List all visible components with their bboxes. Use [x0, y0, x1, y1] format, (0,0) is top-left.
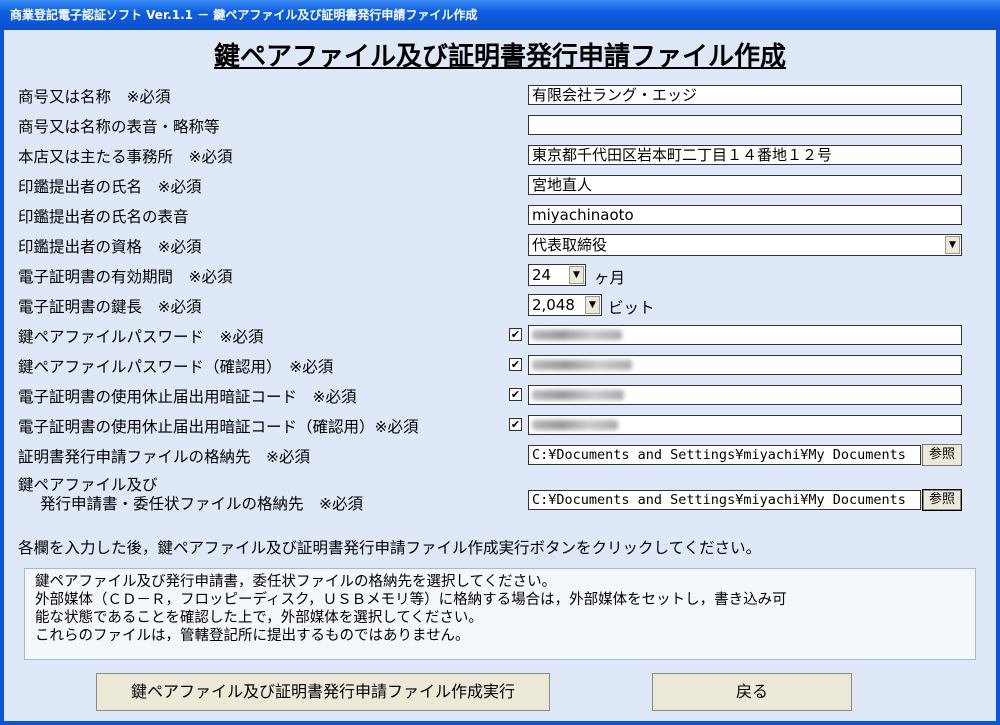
dialog-body: 鍵ペアファイル及び証明書発行申請ファイル作成 商号又は名称 ※必須 有限会社ラン… — [4, 30, 996, 721]
suspend-code-confirm-input[interactable] — [528, 415, 962, 435]
head-office-label: 本店又は主たる事務所 ※必須 — [18, 148, 233, 166]
cert-path-browse-button[interactable]: 参照 — [922, 444, 962, 466]
trade-name-reading-label: 商号又は名称の表音・略称等 — [18, 118, 220, 136]
info-line: これらのファイルは，管轄登記所に提出するものではありません。 — [35, 628, 470, 644]
info-line: 能な状態であることを確認した上で，外部媒体を選択してください。 — [35, 610, 483, 626]
validity-value: 24 — [532, 266, 552, 284]
execute-button[interactable]: 鍵ペアファイル及び証明書発行申請ファイル作成実行 — [96, 673, 550, 711]
key-length-label: 電子証明書の鍵長 ※必須 — [18, 298, 202, 316]
seal-name-input[interactable]: 宮地直人 — [528, 175, 962, 195]
show-code-confirm-checkbox[interactable]: ✔ — [509, 418, 522, 431]
qualification-value: 代表取締役 — [532, 236, 608, 254]
qualification-select[interactable]: 代表取締役 ▼ — [528, 234, 962, 256]
info-box: 鍵ペアファイル及び発行申請書，委任状ファイルの格納先を選択してください。 外部媒… — [24, 568, 976, 660]
show-password-confirm-checkbox[interactable]: ✔ — [509, 358, 522, 371]
masked-text — [532, 420, 618, 430]
head-office-input[interactable]: 東京都千代田区岩本町二丁目１４番地１２号 — [528, 145, 962, 165]
window-title: 商業登記電子認証ソフト Ver.1.1 － 鍵ペアファイル及び証明書発行申請ファ… — [10, 8, 478, 22]
suspend-code-input[interactable] — [528, 385, 962, 405]
title-bar: 商業登記電子認証ソフト Ver.1.1 － 鍵ペアファイル及び証明書発行申請ファ… — [0, 0, 1000, 30]
validity-select[interactable]: 24 ▼ — [528, 264, 586, 286]
keypair-path-input[interactable]: C:¥Documents and Settings¥miyachi¥My Doc… — [528, 490, 921, 510]
instruction-text: 各欄を入力した後，鍵ペアファイル及び証明書発行申請ファイル作成実行ボタンをクリッ… — [18, 539, 762, 557]
keypair-path-label-line2: 発行申請書・委任状ファイルの格納先 ※必須 — [40, 495, 363, 513]
trade-name-label: 商号又は名称 ※必須 — [18, 88, 171, 106]
cert-path-label: 証明書発行申請ファイルの格納先 ※必須 — [18, 448, 310, 466]
page-title: 鍵ペアファイル及び証明書発行申請ファイル作成 — [213, 42, 786, 72]
qualification-label: 印鑑提出者の資格 ※必須 — [18, 238, 202, 256]
chevron-down-icon[interactable]: ▼ — [569, 266, 584, 284]
masked-text — [532, 330, 622, 340]
info-line: 外部媒体（ＣＤ－Ｒ，フロッピーディスク，ＵＳＢメモリ等）に格納する場合は，外部媒… — [35, 592, 787, 608]
keypair-password-label: 鍵ペアファイルパスワード ※必須 — [18, 328, 264, 346]
keypair-path-browse-button[interactable]: 参照 — [922, 489, 962, 511]
keypair-password-confirm-label: 鍵ペアファイルパスワード（確認用） ※必須 — [18, 358, 334, 376]
app-window: 商業登記電子認証ソフト Ver.1.1 － 鍵ペアファイル及び証明書発行申請ファ… — [0, 0, 1000, 725]
seal-name-reading-label: 印鑑提出者の氏名の表音 — [18, 208, 189, 226]
key-length-value: 2,048 — [532, 296, 575, 314]
keypair-password-input[interactable] — [528, 325, 962, 345]
validity-label: 電子証明書の有効期間 ※必須 — [18, 268, 233, 286]
validity-unit: ヶ月 — [594, 269, 626, 287]
chevron-down-icon[interactable]: ▼ — [945, 236, 960, 254]
show-password-checkbox[interactable]: ✔ — [509, 328, 522, 341]
chevron-down-icon[interactable]: ▼ — [585, 296, 600, 314]
key-length-select[interactable]: 2,048 ▼ — [528, 294, 602, 316]
cert-path-input[interactable]: C:¥Documents and Settings¥miyachi¥My Doc… — [528, 445, 921, 465]
suspend-code-confirm-label: 電子証明書の使用休止届出用暗証コード（確認用）※必須 — [18, 418, 419, 436]
key-length-unit: ビット — [608, 299, 655, 317]
show-code-checkbox[interactable]: ✔ — [509, 388, 522, 401]
seal-name-label: 印鑑提出者の氏名 ※必須 — [18, 178, 202, 196]
info-line: 鍵ペアファイル及び発行申請書，委任状ファイルの格納先を選択してください。 — [35, 574, 557, 590]
seal-name-reading-input[interactable]: miyachinaoto — [528, 205, 962, 225]
trade-name-input[interactable]: 有限会社ラング・エッジ — [528, 85, 962, 105]
masked-text — [532, 360, 632, 370]
suspend-code-label: 電子証明書の使用休止届出用暗証コード ※必須 — [18, 388, 357, 406]
keypair-password-confirm-input[interactable] — [528, 355, 962, 375]
masked-text — [532, 390, 624, 400]
trade-name-reading-input[interactable] — [528, 115, 962, 135]
back-button[interactable]: 戻る — [652, 673, 852, 711]
